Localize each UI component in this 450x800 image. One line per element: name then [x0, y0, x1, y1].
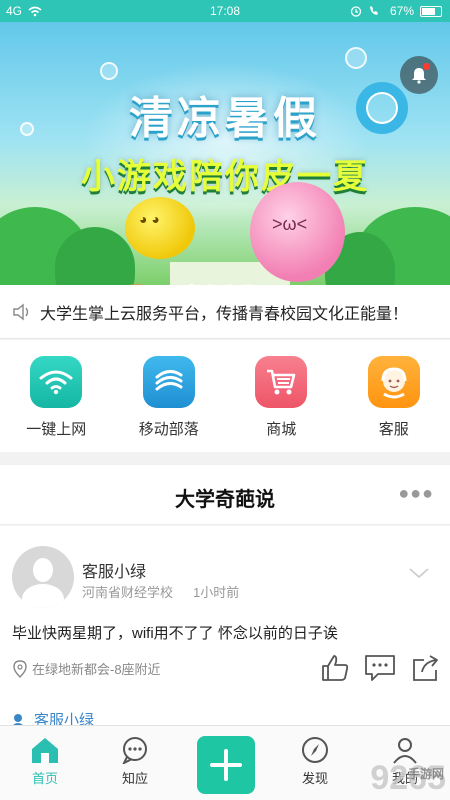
- quick-item-label: 客服: [378, 421, 409, 438]
- announcement-bar[interactable]: 大学生掌上云服务平台，传播青春校园文化正能量！: [0, 285, 450, 339]
- alarm-icon: [350, 6, 362, 17]
- post-actions: [320, 654, 440, 682]
- post-location: 在绿地新都会-8座附近: [12, 659, 161, 678]
- tab-discover[interactable]: 发现: [285, 736, 345, 787]
- pink-ball-character: [250, 182, 345, 282]
- quick-menu: 一键上网 移动部落 商城 客服: [0, 340, 450, 452]
- tab-label: 首页: [31, 771, 58, 786]
- compass-icon: [302, 737, 328, 763]
- battery-icon: [420, 5, 442, 17]
- chevron-down-icon[interactable]: [408, 566, 430, 580]
- bubble-decoration: [100, 62, 118, 80]
- comment-icon[interactable]: [364, 654, 396, 682]
- avatar[interactable]: [12, 546, 74, 608]
- share-icon[interactable]: [410, 654, 440, 682]
- quick-item-label: 一键上网: [26, 421, 87, 438]
- promo-banner[interactable]: 清凉暑假 小游戏陪你皮一夏: [0, 22, 450, 285]
- notification-badge: [423, 63, 430, 70]
- customer-service-icon: [367, 356, 420, 408]
- bottom-tab-bar: 首页 知应 发现 我的 9265 手游网: [0, 725, 450, 800]
- banner-subtitle: 小游戏陪你皮一夏: [81, 157, 369, 197]
- home-icon: [32, 738, 58, 763]
- battery-percent: 67%: [389, 4, 414, 18]
- feed-title: 大学奇葩说: [175, 489, 275, 511]
- avatar-body: [22, 584, 64, 608]
- quick-item-mobile-tribe[interactable]: 移动部落: [119, 356, 219, 452]
- avatar-head: [33, 558, 53, 582]
- watermark-sub: 手游网: [407, 767, 444, 781]
- quick-item-label: 商城: [266, 421, 297, 438]
- quick-item-wifi[interactable]: 一键上网: [6, 356, 106, 452]
- tab-label: 知应: [121, 771, 148, 786]
- location-pin-icon: [13, 659, 27, 678]
- add-post-button[interactable]: [197, 736, 255, 794]
- banner-title: 清凉暑假: [129, 93, 321, 144]
- quick-item-label: 移动部落: [138, 421, 199, 438]
- china-mobile-icon: [142, 356, 195, 408]
- quick-item-mall[interactable]: 商城: [231, 356, 331, 452]
- post-location-text: 在绿地新都会-8座附近: [32, 662, 161, 677]
- post-time: 1小时前: [193, 585, 240, 600]
- more-options-button[interactable]: ●●●: [398, 483, 434, 504]
- chat-icon: [122, 737, 147, 764]
- wifi-icon: [30, 356, 83, 408]
- yellow-chick-character: [125, 197, 195, 259]
- post-content: 毕业快两星期了，wifi用不了了 怀念以前的日子诶: [12, 625, 338, 642]
- announcement-text: 大学生掌上云服务平台，传播青春校园文化正能量！: [40, 305, 409, 323]
- post-username[interactable]: 客服小绿: [82, 558, 146, 582]
- post-school: 河南省财经学校: [82, 585, 174, 600]
- plus-icon: [210, 749, 242, 781]
- phone-hd-icon: [369, 6, 378, 15]
- watermark-logo: 9265 手游网: [370, 759, 446, 798]
- speaker-icon: [13, 303, 29, 320]
- tab-zhiying[interactable]: 知应: [105, 736, 165, 787]
- tab-home[interactable]: 首页: [15, 736, 75, 787]
- feed-header: 大学奇葩说 ●●●: [0, 465, 450, 525]
- notification-button[interactable]: [400, 56, 438, 94]
- bubble-decoration: [345, 47, 367, 69]
- cart-icon: [255, 356, 308, 408]
- tab-label: 发现: [301, 771, 328, 786]
- quick-item-customer-service[interactable]: 客服: [344, 356, 444, 452]
- like-icon[interactable]: [320, 654, 350, 682]
- status-bar: 4G 17:08 67%: [0, 0, 450, 22]
